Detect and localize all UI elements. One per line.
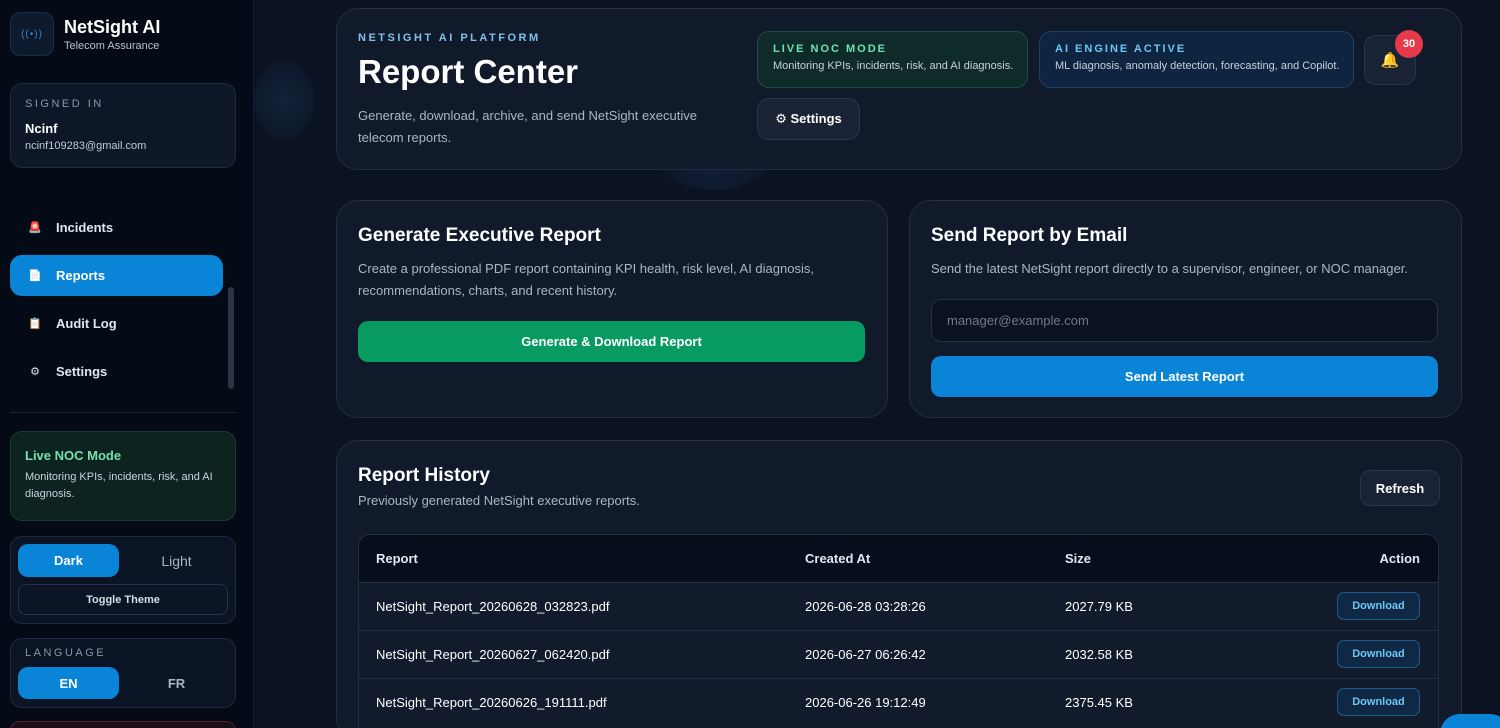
report-size: 2027.79 KB	[1065, 581, 1216, 630]
send-email-title: Send Report by Email	[931, 225, 1128, 246]
live-noc-status: LIVE NOC MODE Monitoring KPIs, incidents…	[757, 31, 1028, 88]
main-content: NETSIGHT AI PLATFORM Report Center Gener…	[254, 0, 1500, 728]
report-size: 2032.58 KB	[1065, 629, 1216, 678]
toggle-theme-button[interactable]: Toggle Theme	[18, 584, 228, 615]
report-history-table: Report Created At Size Action NetSight_R…	[358, 534, 1439, 728]
download-button[interactable]: Download	[1337, 592, 1420, 620]
siren-icon: 🚨	[28, 222, 42, 234]
user-name: Ncinf	[25, 121, 58, 136]
live-noc-status-title: LIVE NOC MODE	[773, 43, 888, 55]
table-header-row: Report Created At Size Action	[359, 535, 1438, 582]
language-title: LANGUAGE	[25, 647, 107, 659]
brand[interactable]: ((•)) NetSight AI Telecom Assurance	[10, 12, 160, 56]
sidebar-item-label: Incidents	[56, 220, 114, 235]
page-title: Report Center	[358, 53, 579, 90]
report-size: 2375.45 KB	[1065, 677, 1216, 726]
download-button[interactable]: Download	[1337, 688, 1420, 717]
sidebar-divider	[10, 412, 236, 413]
send-latest-report-button[interactable]: Send Latest Report	[931, 356, 1438, 397]
theme-light-button[interactable]: Light	[126, 544, 227, 577]
copilot-fab-button[interactable]	[1440, 714, 1500, 728]
column-header-action: Action	[1215, 535, 1438, 582]
live-noc-status-desc: Monitoring KPIs, incidents, risk, and AI…	[773, 60, 1014, 72]
sidebar-item-audit-log[interactable]: 📋 Audit Log	[10, 303, 223, 344]
settings-button[interactable]: ⚙ Settings	[757, 98, 860, 140]
sidebar-bottom-card[interactable]	[10, 721, 236, 728]
send-email-card: Send Report by Email Send the latest Net…	[909, 200, 1462, 418]
column-header-size: Size	[1065, 535, 1216, 582]
report-history-title: Report History	[358, 465, 490, 486]
hero-card: NETSIGHT AI PLATFORM Report Center Gener…	[336, 8, 1462, 170]
language-switcher: LANGUAGE EN FR	[10, 638, 236, 708]
signed-in-card: SIGNED IN Ncinf ncinf109283@gmail.com	[10, 83, 236, 168]
report-history-subtitle: Previously generated NetSight executive …	[358, 493, 640, 508]
network-wave-icon: ((•))	[10, 12, 54, 56]
live-noc-title: Live NOC Mode	[25, 448, 122, 463]
report-filename: NetSight_Report_20260626_191111.pdf	[359, 677, 805, 726]
gear-icon: ⚙	[30, 366, 40, 378]
generate-report-title: Generate Executive Report	[358, 225, 601, 246]
language-en-button[interactable]: EN	[18, 667, 119, 699]
theme-dark-button[interactable]: Dark	[18, 544, 119, 577]
email-field[interactable]	[931, 299, 1438, 342]
refresh-button[interactable]: Refresh	[1360, 470, 1440, 506]
report-filename: NetSight_Report_20260628_032823.pdf	[359, 581, 805, 630]
send-email-desc: Send the latest NetSight report directly…	[931, 261, 1408, 276]
sidebar: ((•)) NetSight AI Telecom Assurance SIGN…	[0, 0, 254, 728]
column-header-created-at: Created At	[805, 535, 1065, 582]
user-email: ncinf109283@gmail.com	[25, 140, 147, 152]
signed-in-title: SIGNED IN	[25, 98, 104, 110]
column-header-report: Report	[359, 535, 805, 582]
clipboard-icon: 📋	[28, 318, 42, 330]
hero-eyebrow: NETSIGHT AI PLATFORM	[358, 32, 541, 44]
sidebar-nav: 🚨 Incidents 📄 Reports 📋 Audit Log ⚙ Sett…	[10, 207, 223, 399]
ai-engine-status: AI ENGINE ACTIVE ML diagnosis, anomaly d…	[1039, 31, 1354, 88]
table-row: NetSight_Report_20260627_062420.pdf 2026…	[359, 629, 1438, 678]
report-created-at: 2026-06-26 19:12:49	[805, 677, 1065, 726]
brand-subtitle: Telecom Assurance	[64, 40, 160, 52]
report-created-at: 2026-06-28 03:28:26	[805, 581, 1065, 630]
document-icon: 📄	[28, 270, 42, 282]
report-created-at: 2026-06-27 06:26:42	[805, 629, 1065, 678]
bell-icon: 🔔	[1380, 52, 1400, 69]
generate-report-desc: Create a professional PDF report contain…	[358, 261, 814, 298]
brand-name: NetSight AI	[64, 17, 161, 37]
sidebar-item-incidents[interactable]: 🚨 Incidents	[10, 207, 223, 248]
report-history-card: Report History Previously generated NetS…	[336, 440, 1462, 728]
theme-switcher: Dark Light Toggle Theme	[10, 536, 236, 624]
generate-report-card: Generate Executive Report Create a profe…	[336, 200, 888, 418]
ai-engine-status-desc: ML diagnosis, anomaly detection, forecas…	[1055, 60, 1340, 72]
sidebar-item-label: Audit Log	[56, 316, 117, 331]
sidebar-item-label: Reports	[56, 268, 106, 283]
background-glow	[254, 60, 314, 140]
sidebar-item-reports[interactable]: 📄 Reports	[10, 255, 223, 296]
table-row: NetSight_Report_20260628_032823.pdf 2026…	[359, 581, 1438, 630]
sidebar-item-label: Settings	[56, 364, 108, 379]
live-noc-desc: Monitoring KPIs, incidents, risk, and AI…	[25, 471, 213, 500]
hero-description: Generate, download, archive, and send Ne…	[358, 108, 697, 145]
generate-download-button[interactable]: Generate & Download Report	[358, 321, 865, 362]
language-fr-button[interactable]: FR	[126, 667, 227, 699]
live-noc-card: Live NOC Mode Monitoring KPIs, incidents…	[10, 431, 236, 521]
sidebar-scrollbar[interactable]	[228, 287, 234, 389]
download-button[interactable]: Download	[1337, 640, 1420, 668]
sidebar-item-settings[interactable]: ⚙ Settings	[10, 351, 223, 392]
table-row: NetSight_Report_20260626_191111.pdf 2026…	[359, 677, 1438, 726]
notification-count-badge: 30	[1395, 30, 1423, 58]
report-filename: NetSight_Report_20260627_062420.pdf	[359, 629, 805, 678]
ai-engine-status-title: AI ENGINE ACTIVE	[1055, 43, 1187, 55]
